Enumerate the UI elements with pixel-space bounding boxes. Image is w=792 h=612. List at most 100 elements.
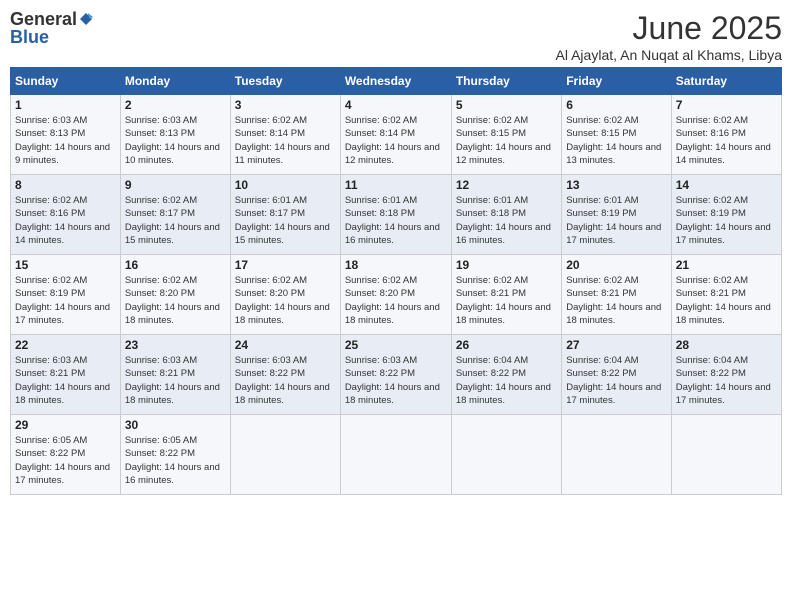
calendar-week-3: 15 Sunrise: 6:02 AM Sunset: 8:19 PM Dayl… bbox=[11, 255, 782, 335]
logo-general-text: General bbox=[10, 10, 77, 28]
day-number: 22 bbox=[15, 338, 116, 352]
calendar-cell: 10 Sunrise: 6:01 AM Sunset: 8:17 PM Dayl… bbox=[230, 175, 340, 255]
calendar-cell: 2 Sunrise: 6:03 AM Sunset: 8:13 PM Dayli… bbox=[120, 95, 230, 175]
calendar-cell: 28 Sunrise: 6:04 AM Sunset: 8:22 PM Dayl… bbox=[671, 335, 781, 415]
day-detail: Sunrise: 6:02 AM Sunset: 8:20 PM Dayligh… bbox=[345, 274, 447, 327]
calendar-cell: 15 Sunrise: 6:02 AM Sunset: 8:19 PM Dayl… bbox=[11, 255, 121, 335]
day-number: 4 bbox=[345, 98, 447, 112]
calendar-cell: 8 Sunrise: 6:02 AM Sunset: 8:16 PM Dayli… bbox=[11, 175, 121, 255]
calendar-cell: 3 Sunrise: 6:02 AM Sunset: 8:14 PM Dayli… bbox=[230, 95, 340, 175]
day-number: 6 bbox=[566, 98, 666, 112]
day-number: 8 bbox=[15, 178, 116, 192]
logo: General Blue bbox=[10, 10, 93, 46]
day-number: 15 bbox=[15, 258, 116, 272]
calendar-week-1: 1 Sunrise: 6:03 AM Sunset: 8:13 PM Dayli… bbox=[11, 95, 782, 175]
day-detail: Sunrise: 6:01 AM Sunset: 8:18 PM Dayligh… bbox=[456, 194, 557, 247]
calendar-cell: 5 Sunrise: 6:02 AM Sunset: 8:15 PM Dayli… bbox=[451, 95, 561, 175]
day-detail: Sunrise: 6:02 AM Sunset: 8:21 PM Dayligh… bbox=[676, 274, 777, 327]
calendar-cell: 20 Sunrise: 6:02 AM Sunset: 8:21 PM Dayl… bbox=[562, 255, 671, 335]
column-header-thursday: Thursday bbox=[451, 68, 561, 95]
calendar-cell: 11 Sunrise: 6:01 AM Sunset: 8:18 PM Dayl… bbox=[340, 175, 451, 255]
calendar-title: June 2025 bbox=[556, 10, 782, 47]
day-number: 12 bbox=[456, 178, 557, 192]
calendar-cell: 25 Sunrise: 6:03 AM Sunset: 8:22 PM Dayl… bbox=[340, 335, 451, 415]
day-number: 16 bbox=[125, 258, 226, 272]
day-number: 27 bbox=[566, 338, 666, 352]
column-header-saturday: Saturday bbox=[671, 68, 781, 95]
calendar-cell: 14 Sunrise: 6:02 AM Sunset: 8:19 PM Dayl… bbox=[671, 175, 781, 255]
day-detail: Sunrise: 6:02 AM Sunset: 8:14 PM Dayligh… bbox=[345, 114, 447, 167]
calendar-subtitle: Al Ajaylat, An Nuqat al Khams, Libya bbox=[556, 47, 782, 63]
calendar-cell bbox=[671, 415, 781, 495]
page-header: General Blue June 2025 Al Ajaylat, An Nu… bbox=[10, 10, 782, 63]
day-number: 25 bbox=[345, 338, 447, 352]
calendar-week-4: 22 Sunrise: 6:03 AM Sunset: 8:21 PM Dayl… bbox=[11, 335, 782, 415]
day-number: 30 bbox=[125, 418, 226, 432]
day-number: 26 bbox=[456, 338, 557, 352]
calendar-cell bbox=[340, 415, 451, 495]
day-detail: Sunrise: 6:02 AM Sunset: 8:17 PM Dayligh… bbox=[125, 194, 226, 247]
calendar-cell: 13 Sunrise: 6:01 AM Sunset: 8:19 PM Dayl… bbox=[562, 175, 671, 255]
day-detail: Sunrise: 6:05 AM Sunset: 8:22 PM Dayligh… bbox=[125, 434, 226, 487]
day-number: 28 bbox=[676, 338, 777, 352]
header-row: SundayMondayTuesdayWednesdayThursdayFrid… bbox=[11, 68, 782, 95]
logo-icon bbox=[79, 12, 93, 26]
day-detail: Sunrise: 6:02 AM Sunset: 8:20 PM Dayligh… bbox=[235, 274, 336, 327]
calendar-week-2: 8 Sunrise: 6:02 AM Sunset: 8:16 PM Dayli… bbox=[11, 175, 782, 255]
day-detail: Sunrise: 6:01 AM Sunset: 8:18 PM Dayligh… bbox=[345, 194, 447, 247]
day-detail: Sunrise: 6:02 AM Sunset: 8:16 PM Dayligh… bbox=[15, 194, 116, 247]
day-number: 23 bbox=[125, 338, 226, 352]
day-detail: Sunrise: 6:03 AM Sunset: 8:13 PM Dayligh… bbox=[125, 114, 226, 167]
day-number: 13 bbox=[566, 178, 666, 192]
calendar-cell: 12 Sunrise: 6:01 AM Sunset: 8:18 PM Dayl… bbox=[451, 175, 561, 255]
calendar-cell: 17 Sunrise: 6:02 AM Sunset: 8:20 PM Dayl… bbox=[230, 255, 340, 335]
calendar-cell bbox=[562, 415, 671, 495]
calendar-cell: 29 Sunrise: 6:05 AM Sunset: 8:22 PM Dayl… bbox=[11, 415, 121, 495]
day-detail: Sunrise: 6:03 AM Sunset: 8:22 PM Dayligh… bbox=[235, 354, 336, 407]
day-detail: Sunrise: 6:02 AM Sunset: 8:21 PM Dayligh… bbox=[456, 274, 557, 327]
calendar-cell: 23 Sunrise: 6:03 AM Sunset: 8:21 PM Dayl… bbox=[120, 335, 230, 415]
calendar-cell: 6 Sunrise: 6:02 AM Sunset: 8:15 PM Dayli… bbox=[562, 95, 671, 175]
day-detail: Sunrise: 6:02 AM Sunset: 8:19 PM Dayligh… bbox=[15, 274, 116, 327]
day-detail: Sunrise: 6:02 AM Sunset: 8:19 PM Dayligh… bbox=[676, 194, 777, 247]
day-number: 11 bbox=[345, 178, 447, 192]
day-detail: Sunrise: 6:02 AM Sunset: 8:15 PM Dayligh… bbox=[456, 114, 557, 167]
day-number: 29 bbox=[15, 418, 116, 432]
calendar-cell: 18 Sunrise: 6:02 AM Sunset: 8:20 PM Dayl… bbox=[340, 255, 451, 335]
day-detail: Sunrise: 6:03 AM Sunset: 8:13 PM Dayligh… bbox=[15, 114, 116, 167]
day-detail: Sunrise: 6:02 AM Sunset: 8:16 PM Dayligh… bbox=[676, 114, 777, 167]
day-number: 14 bbox=[676, 178, 777, 192]
day-number: 21 bbox=[676, 258, 777, 272]
day-number: 7 bbox=[676, 98, 777, 112]
calendar-week-5: 29 Sunrise: 6:05 AM Sunset: 8:22 PM Dayl… bbox=[11, 415, 782, 495]
calendar-cell: 22 Sunrise: 6:03 AM Sunset: 8:21 PM Dayl… bbox=[11, 335, 121, 415]
calendar-table: SundayMondayTuesdayWednesdayThursdayFrid… bbox=[10, 67, 782, 495]
title-area: June 2025 Al Ajaylat, An Nuqat al Khams,… bbox=[556, 10, 782, 63]
day-number: 9 bbox=[125, 178, 226, 192]
day-number: 18 bbox=[345, 258, 447, 272]
logo-blue-text: Blue bbox=[10, 28, 49, 46]
day-detail: Sunrise: 6:04 AM Sunset: 8:22 PM Dayligh… bbox=[456, 354, 557, 407]
column-header-wednesday: Wednesday bbox=[340, 68, 451, 95]
day-detail: Sunrise: 6:02 AM Sunset: 8:20 PM Dayligh… bbox=[125, 274, 226, 327]
day-number: 24 bbox=[235, 338, 336, 352]
day-detail: Sunrise: 6:02 AM Sunset: 8:14 PM Dayligh… bbox=[235, 114, 336, 167]
column-header-tuesday: Tuesday bbox=[230, 68, 340, 95]
day-number: 19 bbox=[456, 258, 557, 272]
column-header-monday: Monday bbox=[120, 68, 230, 95]
calendar-cell: 7 Sunrise: 6:02 AM Sunset: 8:16 PM Dayli… bbox=[671, 95, 781, 175]
calendar-cell: 1 Sunrise: 6:03 AM Sunset: 8:13 PM Dayli… bbox=[11, 95, 121, 175]
day-detail: Sunrise: 6:01 AM Sunset: 8:19 PM Dayligh… bbox=[566, 194, 666, 247]
column-header-sunday: Sunday bbox=[11, 68, 121, 95]
calendar-cell: 21 Sunrise: 6:02 AM Sunset: 8:21 PM Dayl… bbox=[671, 255, 781, 335]
day-detail: Sunrise: 6:04 AM Sunset: 8:22 PM Dayligh… bbox=[676, 354, 777, 407]
calendar-cell: 26 Sunrise: 6:04 AM Sunset: 8:22 PM Dayl… bbox=[451, 335, 561, 415]
day-detail: Sunrise: 6:03 AM Sunset: 8:21 PM Dayligh… bbox=[15, 354, 116, 407]
calendar-cell: 27 Sunrise: 6:04 AM Sunset: 8:22 PM Dayl… bbox=[562, 335, 671, 415]
day-number: 20 bbox=[566, 258, 666, 272]
day-number: 3 bbox=[235, 98, 336, 112]
calendar-cell: 9 Sunrise: 6:02 AM Sunset: 8:17 PM Dayli… bbox=[120, 175, 230, 255]
calendar-cell: 19 Sunrise: 6:02 AM Sunset: 8:21 PM Dayl… bbox=[451, 255, 561, 335]
day-detail: Sunrise: 6:01 AM Sunset: 8:17 PM Dayligh… bbox=[235, 194, 336, 247]
calendar-cell bbox=[451, 415, 561, 495]
